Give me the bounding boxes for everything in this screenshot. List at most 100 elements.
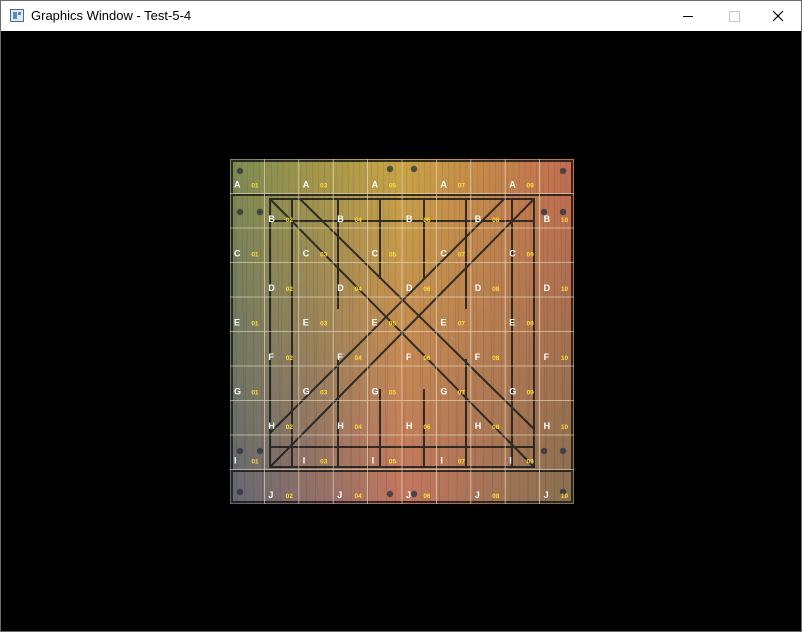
close-button[interactable] <box>755 1 801 31</box>
cell-col-label: 03 <box>320 182 328 189</box>
cell-row-label: A <box>303 179 310 189</box>
render-viewport[interactable]: A 01 A 03 A 05 A 07 A 09 B 02 B 04 B 06 B 08 B 10 C 01 C 03 C 05 C… <box>1 31 801 631</box>
cell-row-label: H <box>475 421 482 431</box>
cell-row-label: G <box>440 386 447 396</box>
cell-row-label: H <box>337 421 344 431</box>
cell-row-label: G <box>303 386 310 396</box>
cell-col-label: 07 <box>458 320 466 327</box>
title-bar[interactable]: Graphics Window - Test-5-4 <box>1 1 801 31</box>
cell-row-label: J <box>475 490 480 500</box>
bolt-icon <box>559 208 567 216</box>
bolt-icon <box>256 447 264 455</box>
cell-col-label: 01 <box>251 458 259 465</box>
cell-col-label: 07 <box>458 182 466 189</box>
cell-col-label: 09 <box>527 320 535 327</box>
cell-col-label: 02 <box>286 355 294 362</box>
cell-row-label: B <box>406 214 413 224</box>
cell-row-label: D <box>268 283 275 293</box>
cell-col-label: 06 <box>423 355 431 362</box>
bolt-icon <box>410 165 418 173</box>
cell-row-label: E <box>509 317 515 327</box>
cell-col-label: 01 <box>251 251 259 258</box>
cell-row-label: G <box>509 386 516 396</box>
bolt-icon <box>236 208 244 216</box>
cell-row-label: E <box>440 317 446 327</box>
cell-row-label: E <box>303 317 309 327</box>
cell-row-label: C <box>372 248 379 258</box>
minimize-icon <box>683 15 693 17</box>
cell-col-label: 08 <box>492 424 500 431</box>
cell-row-label: H <box>544 421 551 431</box>
cell-row-label: I <box>440 455 443 465</box>
cell-col-label: 08 <box>492 493 500 500</box>
cell-row-label: A <box>234 179 241 189</box>
cell-row-label: J <box>406 490 411 500</box>
cell-row-label: I <box>303 455 306 465</box>
cell-col-label: 05 <box>389 320 397 327</box>
cell-row-label: A <box>440 179 447 189</box>
cell-row-label: E <box>372 317 378 327</box>
bolt-icon <box>559 167 567 175</box>
cell-col-label: 05 <box>389 251 397 258</box>
cell-col-label: 05 <box>389 458 397 465</box>
bolt-icon <box>559 447 567 455</box>
cell-col-label: 03 <box>320 251 328 258</box>
cell-row-label: I <box>509 455 512 465</box>
cell-row-label: J <box>544 490 549 500</box>
cell-row-label: D <box>544 283 551 293</box>
cell-row-label: F <box>544 352 550 362</box>
bolt-icon <box>236 167 244 175</box>
cell-row-label: I <box>234 455 237 465</box>
cell-row-label: G <box>234 386 241 396</box>
bolt-icon <box>410 490 418 498</box>
cell-col-label: 09 <box>527 251 535 258</box>
app-window-icon <box>10 9 24 22</box>
bolt-icon <box>386 165 394 173</box>
cell-col-label: 09 <box>527 182 535 189</box>
cell-row-label: C <box>440 248 447 258</box>
cell-col-label: 03 <box>320 389 328 396</box>
cell-col-label: 04 <box>355 286 363 293</box>
cell-row-label: F <box>337 352 343 362</box>
cell-col-label: 06 <box>423 217 431 224</box>
cell-row-label: G <box>372 386 379 396</box>
cell-col-label: 02 <box>286 286 294 293</box>
cell-col-label: 02 <box>286 217 294 224</box>
cell-col-label: 10 <box>561 355 569 362</box>
cell-col-label: 07 <box>458 389 466 396</box>
crate-texture-quad: A 01 A 03 A 05 A 07 A 09 B 02 B 04 B 06 B 08 B 10 C 01 C 03 C 05 C… <box>230 159 574 504</box>
maximize-icon <box>728 10 740 22</box>
cell-col-label: 03 <box>320 320 328 327</box>
cell-row-label: C <box>234 248 241 258</box>
cell-row-label: J <box>337 490 342 500</box>
minimize-button[interactable] <box>665 1 711 31</box>
cell-col-label: 06 <box>423 493 431 500</box>
bolt-icon <box>256 208 264 216</box>
cell-row-label: A <box>372 179 379 189</box>
cell-col-label: 01 <box>251 182 259 189</box>
cell-col-label: 07 <box>458 251 466 258</box>
cell-col-label: 09 <box>527 389 535 396</box>
cell-col-label: 08 <box>492 355 500 362</box>
cell-row-label: C <box>303 248 310 258</box>
cell-row-label: H <box>268 421 275 431</box>
window-title: Graphics Window - Test-5-4 <box>31 8 192 23</box>
cell-row-label: D <box>475 283 482 293</box>
cell-row-label: A <box>509 179 516 189</box>
cell-row-label: F <box>268 352 274 362</box>
cell-row-label: D <box>337 283 344 293</box>
cell-col-label: 09 <box>527 458 535 465</box>
cell-col-label: 04 <box>355 217 363 224</box>
cell-row-label: J <box>268 490 273 500</box>
cell-col-label: 02 <box>286 493 294 500</box>
cell-col-label: 10 <box>561 493 569 500</box>
bolt-icon <box>540 447 548 455</box>
cell-col-label: 03 <box>320 458 328 465</box>
cell-col-label: 06 <box>423 424 431 431</box>
bolt-icon <box>236 447 244 455</box>
cell-col-label: 10 <box>561 424 569 431</box>
crate-texture-svg: A 01 A 03 A 05 A 07 A 09 B 02 B 04 B 06 B 08 B 10 C 01 C 03 C 05 C… <box>230 159 574 504</box>
cell-row-label: E <box>234 317 240 327</box>
maximize-button[interactable] <box>711 1 757 31</box>
cell-row-label: D <box>406 283 413 293</box>
